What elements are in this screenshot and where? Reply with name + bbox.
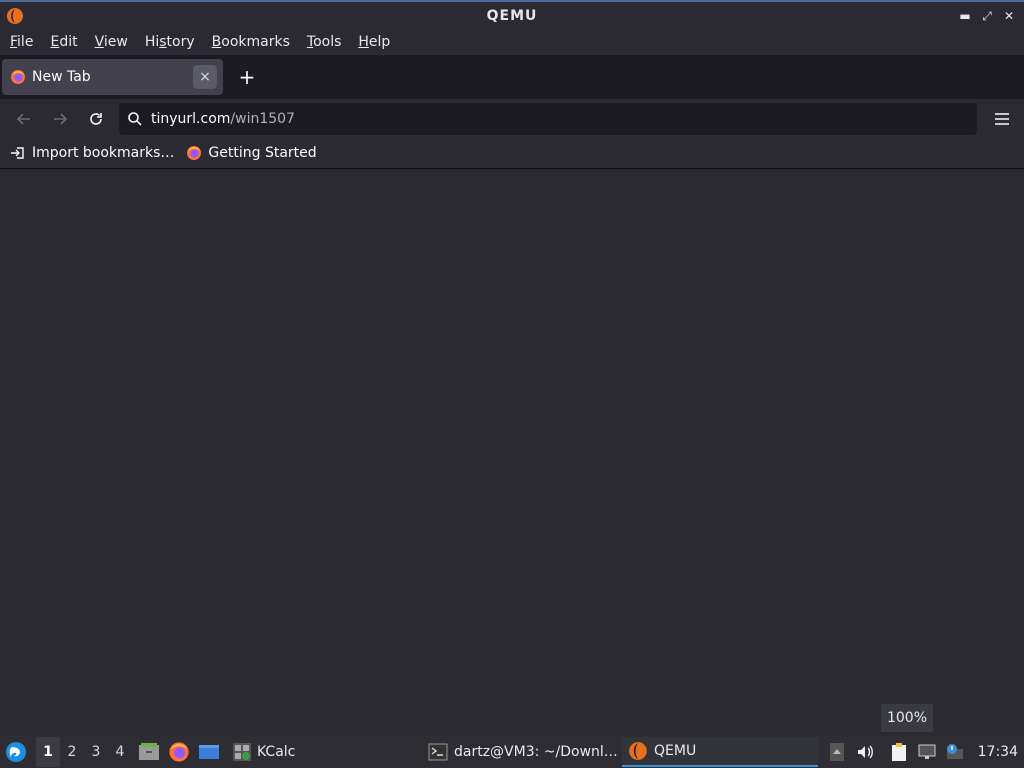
terminal-icon (428, 743, 448, 761)
window-title: QEMU (486, 8, 538, 24)
updates-icon[interactable] (942, 739, 968, 765)
page-content (0, 170, 1024, 736)
firefox-icon (169, 742, 189, 762)
tray-expand-icon[interactable] (824, 739, 850, 765)
app-menu-button[interactable] (990, 107, 1014, 131)
workspace-4[interactable]: 4 (108, 737, 132, 767)
tab-strip: New Tab × + (0, 55, 1024, 99)
menu-file[interactable]: File (4, 34, 39, 50)
firefox-icon (186, 145, 202, 161)
folder-icon (139, 743, 159, 760)
start-menu-button[interactable] (4, 740, 28, 764)
hamburger-icon (995, 113, 1009, 125)
workspace-1[interactable]: 1 (36, 737, 60, 767)
desktop-icon (199, 745, 219, 759)
window-titlebar: QEMU ▬ ⤢ ✕ (0, 0, 1024, 30)
minimize-icon[interactable]: ▬ (956, 6, 974, 26)
maximize-icon[interactable]: ⤢ (978, 6, 996, 26)
forward-arrow-icon (54, 113, 68, 125)
system-tray: 17:34 (822, 736, 1024, 768)
url-bar[interactable]: tinyurl.com/win1507 (119, 103, 977, 135)
back-button[interactable] (8, 103, 40, 135)
bookmarks-toolbar: Import bookmarks… Getting Started (0, 138, 1024, 169)
new-tab-button[interactable]: + (231, 61, 263, 93)
task-label: dartz@VM3: ~/Downl… (454, 744, 618, 760)
firefox-launcher[interactable] (166, 739, 192, 765)
task-qemu[interactable]: QEMU (622, 737, 818, 767)
reload-icon (90, 113, 102, 125)
taskbar: 1 2 3 4 KCalc dartz@VM3: ~/Downl… QEMU 1… (0, 736, 1024, 768)
bookmark-import[interactable]: Import bookmarks… (10, 145, 174, 161)
close-icon[interactable]: ✕ (1000, 6, 1018, 26)
menu-help[interactable]: Help (352, 34, 396, 50)
import-icon (10, 145, 26, 161)
calculator-icon (233, 743, 251, 761)
menu-view[interactable]: View (89, 34, 134, 50)
nav-toolbar: tinyurl.com/win1507 (0, 100, 1024, 138)
distro-logo-icon (6, 742, 26, 762)
tab-close-icon[interactable]: × (193, 65, 217, 89)
task-label: QEMU (654, 743, 697, 759)
menu-history[interactable]: History (139, 34, 201, 50)
reload-button[interactable] (80, 103, 112, 135)
workspace-2[interactable]: 2 (60, 737, 84, 767)
kcalc-label: KCalc (257, 744, 296, 760)
forward-button[interactable] (44, 103, 76, 135)
desktop-launcher[interactable] (196, 739, 222, 765)
zoom-tooltip: 100% (881, 704, 933, 732)
clipboard-icon[interactable] (886, 739, 912, 765)
menu-edit[interactable]: Edit (44, 34, 83, 50)
bookmark-label: Getting Started (208, 145, 317, 161)
network-icon[interactable] (914, 739, 940, 765)
kcalc-launcher[interactable]: KCalc (226, 737, 301, 767)
url-text[interactable]: tinyurl.com/win1507 (151, 111, 295, 127)
volume-icon[interactable] (852, 739, 878, 765)
qemu-icon (7, 8, 23, 24)
menu-bookmarks[interactable]: Bookmarks (206, 34, 296, 50)
menu-tools[interactable]: Tools (301, 34, 348, 50)
workspace-3[interactable]: 3 (84, 737, 108, 767)
file-manager-launcher[interactable] (136, 739, 162, 765)
clock: 17:34 (977, 744, 1018, 760)
task-terminal[interactable]: dartz@VM3: ~/Downl… (422, 737, 624, 767)
tab-label: New Tab (32, 69, 91, 85)
tab-new-tab[interactable]: New Tab × (2, 59, 223, 95)
back-arrow-icon (16, 113, 30, 125)
search-icon (128, 112, 142, 126)
bookmark-label: Import bookmarks… (32, 145, 175, 161)
qemu-icon (629, 742, 647, 760)
menubar: File Edit View History Bookmarks Tools H… (0, 30, 1024, 54)
firefox-icon (11, 70, 25, 84)
bookmark-getting-started[interactable]: Getting Started (186, 145, 317, 161)
